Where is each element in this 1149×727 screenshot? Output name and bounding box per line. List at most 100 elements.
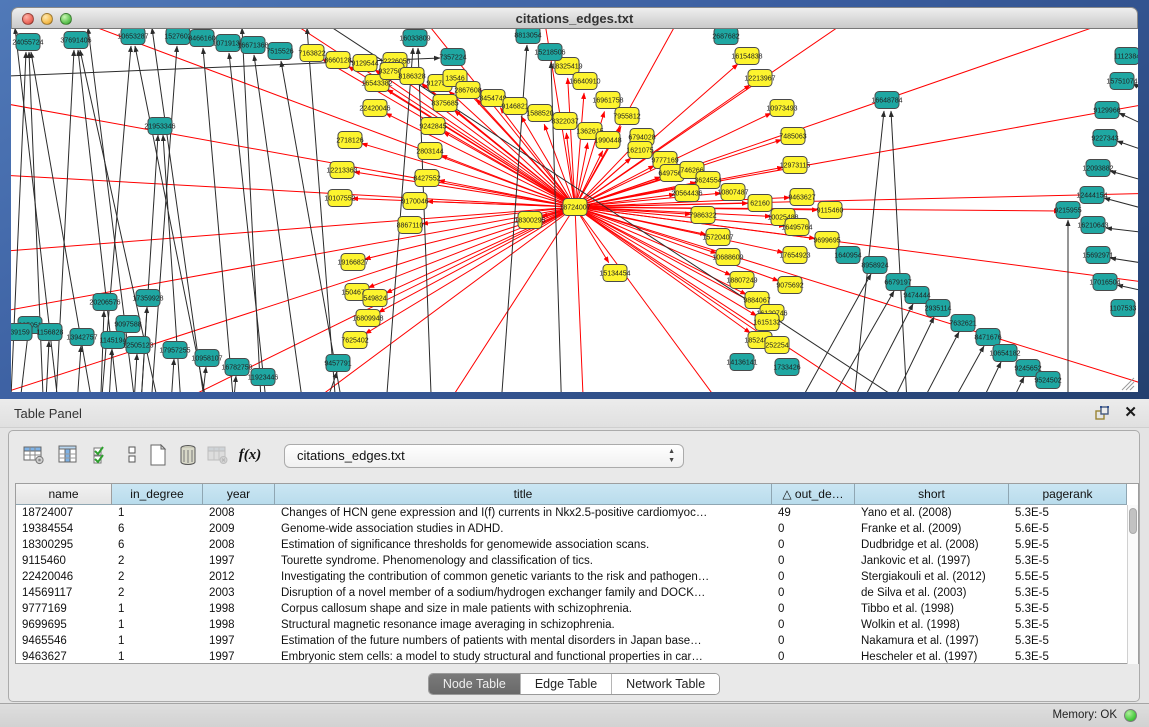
table-cell[interactable]: 1998	[203, 617, 275, 633]
table-cell[interactable]: 1	[112, 505, 203, 521]
table-cell[interactable]: Yano et al. (2008)	[855, 505, 1009, 521]
tab-edge-table[interactable]: Edge Table	[521, 674, 612, 694]
graph-node[interactable]: 10973493	[766, 100, 797, 117]
table-row[interactable]: 946362711997Embryonic stem cells: a mode…	[16, 649, 1138, 665]
graph-node[interactable]: 7485063	[779, 128, 806, 145]
graph-node[interactable]: 16648784	[871, 92, 902, 109]
graph-node[interactable]: 39159	[11, 324, 32, 341]
table-cell[interactable]: Estimation of significance thresholds fo…	[275, 537, 772, 553]
graph-node[interactable]: 18724007	[559, 199, 590, 216]
graph-node[interactable]: 1733426	[773, 359, 800, 376]
table-cell[interactable]: 6	[112, 537, 203, 553]
graph-node[interactable]: 15751074	[1106, 73, 1137, 90]
graph-node[interactable]: 9215955	[1054, 202, 1081, 219]
table-row[interactable]: 1456911722003Disruption of a novel membe…	[16, 585, 1138, 601]
table-cell[interactable]: Tourette syndrome. Phenomenology and cla…	[275, 553, 772, 569]
graph-node[interactable]: 10653287	[117, 29, 148, 45]
table-cell[interactable]: Genome-wide association studies in ADHD.	[275, 521, 772, 537]
graph-node[interactable]: 13942757	[66, 329, 97, 346]
graph-node[interactable]: 12093882	[1082, 160, 1113, 177]
table-cell[interactable]: de Silva et al. (2003)	[855, 585, 1009, 601]
function-builder-icon[interactable]: f(x)	[237, 442, 263, 468]
column-header-year[interactable]: year	[203, 484, 275, 505]
table-cell[interactable]: 0	[772, 601, 855, 617]
table-cell[interactable]: Stergiakouli et al. (2012)	[855, 569, 1009, 585]
select-columns-icon[interactable]	[89, 442, 115, 468]
column-header-in_degree[interactable]: in_degree	[112, 484, 203, 505]
table-cell[interactable]: 2009	[203, 521, 275, 537]
graph-node[interactable]: 9170046	[401, 193, 428, 210]
float-panel-icon[interactable]	[1094, 405, 1110, 421]
graph-node[interactable]: 37691406	[60, 32, 91, 49]
table-cell[interactable]: 1997	[203, 649, 275, 665]
table-cell[interactable]: 1	[112, 601, 203, 617]
graph-node[interactable]: 16033809	[399, 30, 430, 47]
table-cell[interactable]: Tibbo et al. (1998)	[855, 601, 1009, 617]
table-cell[interactable]: 1	[112, 649, 203, 665]
resize-grip-icon[interactable]	[1122, 378, 1134, 390]
table-cell[interactable]: Wolkin et al. (1998)	[855, 617, 1009, 633]
graph-node[interactable]: 252254	[765, 337, 789, 354]
table-cell[interactable]: Nakamura et al. (1997)	[855, 633, 1009, 649]
column-header-name[interactable]: name	[16, 484, 112, 505]
table-cell[interactable]: 9463627	[16, 649, 112, 665]
table-cell[interactable]: Jankovic et al. (1997)	[855, 553, 1009, 569]
graph-node[interactable]: 17359928	[132, 290, 163, 307]
table-cell[interactable]: 1997	[203, 553, 275, 569]
table-cell[interactable]: 0	[772, 569, 855, 585]
column-header-short[interactable]: short	[855, 484, 1009, 505]
graph-node[interactable]: 16809948	[352, 310, 383, 327]
table-cell[interactable]: 5.6E-5	[1009, 521, 1127, 537]
table-row[interactable]: 2242004622012Investigating the contribut…	[16, 569, 1138, 585]
table-cell[interactable]: 19384554	[16, 521, 112, 537]
table-cell[interactable]: 2	[112, 585, 203, 601]
graph-node[interactable]: 8867110	[397, 217, 424, 234]
graph-node[interactable]: 11923446	[248, 369, 279, 386]
graph-node[interactable]: 9242845	[419, 118, 446, 135]
graph-node[interactable]: 9115460	[817, 202, 844, 219]
graph-node[interactable]: 1156828	[37, 324, 64, 341]
table-cell[interactable]: 9465546	[16, 633, 112, 649]
table-row[interactable]: 1830029562008Estimation of significance …	[16, 537, 1138, 553]
citation-network-graph[interactable]: 1872400718300295716382286601289129544165…	[11, 29, 1138, 392]
table-cell[interactable]: Changes of HCN gene expression and I(f) …	[275, 505, 772, 521]
graph-node[interactable]: 8427552	[413, 170, 440, 187]
graph-node[interactable]: 10688609	[712, 249, 743, 266]
table-cell[interactable]: 1	[112, 633, 203, 649]
table-cell[interactable]: 2	[112, 569, 203, 585]
graph-node[interactable]: 2867608	[454, 82, 481, 99]
graph-node[interactable]: 8471676	[974, 329, 1001, 346]
graph-node[interactable]: 12973115	[780, 157, 811, 174]
graph-node[interactable]: 1112384	[1114, 48, 1138, 65]
table-cell[interactable]: 2008	[203, 537, 275, 553]
graph-node[interactable]: 10654182	[989, 345, 1020, 362]
graph-node[interactable]: 15218506	[534, 44, 565, 61]
graph-node[interactable]: 9129544	[351, 55, 378, 72]
graph-node[interactable]: 9075692	[776, 277, 803, 294]
graph-node[interactable]: 16495764	[781, 219, 812, 236]
table-cell[interactable]: 5.3E-5	[1009, 505, 1127, 521]
graph-node[interactable]: 18807249	[726, 272, 757, 289]
graph-node[interactable]: 16671368	[237, 37, 268, 54]
close-panel-icon[interactable]: ✕	[1124, 404, 1137, 422]
graph-node[interactable]: 549824	[363, 290, 387, 307]
table-cell[interactable]: 9777169	[16, 601, 112, 617]
graph-node[interactable]: 7632621	[949, 315, 976, 332]
graph-node[interactable]: 16640910	[569, 73, 600, 90]
graph-node[interactable]: 12505123	[122, 337, 153, 354]
table-cell[interactable]: 5.3E-5	[1009, 585, 1127, 601]
graph-node[interactable]: 7357224	[439, 49, 466, 66]
graph-node[interactable]: 7163822	[298, 45, 325, 62]
table-cell[interactable]: 14569117	[16, 585, 112, 601]
graph-node[interactable]: 12213363	[326, 162, 357, 179]
show-columns-icon[interactable]	[55, 442, 81, 468]
graph-node[interactable]: 9463627	[788, 189, 815, 206]
graph-node[interactable]: 1588520	[526, 105, 553, 122]
table-cell[interactable]: 5.3E-5	[1009, 633, 1127, 649]
graph-node[interactable]: 10958107	[191, 350, 222, 367]
table-cell[interactable]: 1	[112, 617, 203, 633]
table-cell[interactable]: Franke et al. (2009)	[855, 521, 1009, 537]
table-cell[interactable]: 2	[112, 553, 203, 569]
graph-node[interactable]: 7955812	[613, 108, 640, 125]
rows-icon[interactable]	[119, 442, 145, 468]
